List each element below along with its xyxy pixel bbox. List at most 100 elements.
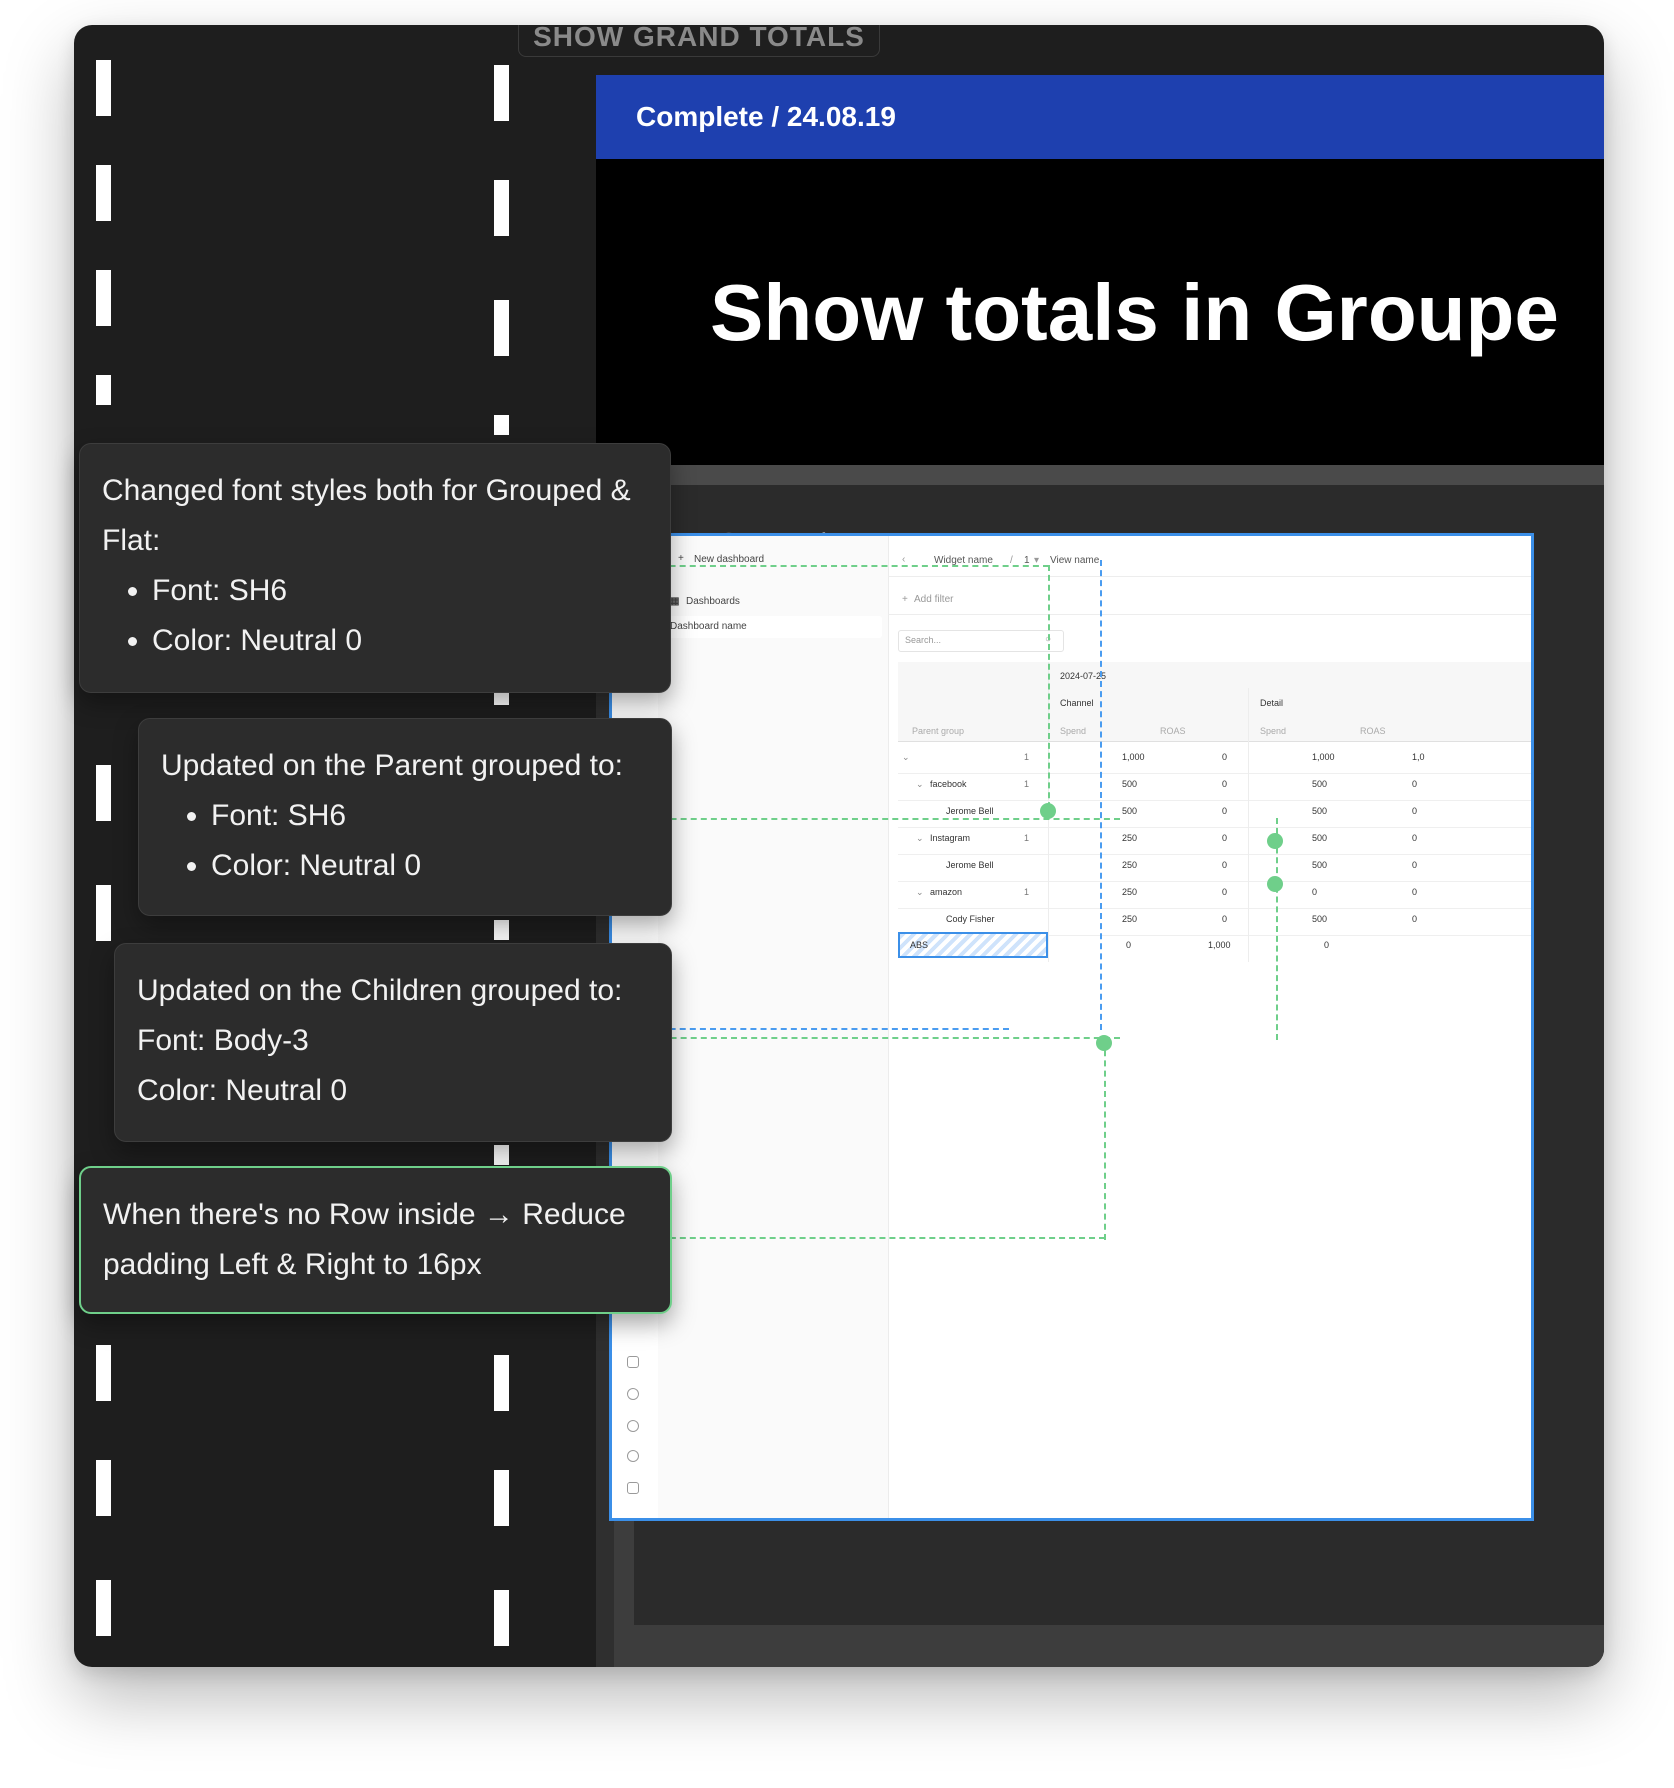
measure-guide [600, 1037, 1120, 1039]
row-count: 1 [1024, 887, 1030, 897]
chevron-down-icon[interactable]: ⌄ [916, 887, 924, 898]
measure-guide [609, 565, 1049, 567]
table-cell: 0 [1222, 887, 1228, 897]
chart-icon[interactable] [627, 1356, 639, 1368]
dashboards-label: Dashboards [686, 596, 740, 607]
logout-icon[interactable] [627, 1482, 639, 1494]
page-title: Show totals in Groupe [710, 268, 1559, 357]
row-count: 1 [1024, 752, 1030, 762]
anchor-dot [1267, 876, 1283, 892]
total-row-label: ABS [910, 940, 929, 950]
total-row-cell[interactable]: ABS [898, 932, 1048, 958]
chevron-down-icon[interactable]: ⌄ [902, 752, 910, 763]
divider [596, 465, 1604, 485]
slide-hero: Show totals in Groupe [596, 159, 1604, 465]
dash-marker [494, 1355, 509, 1411]
row-count: 1 [1024, 779, 1030, 789]
table-cell: 500 [1312, 860, 1328, 870]
column-header: ROAS [1360, 726, 1386, 736]
measure-guide-blue [1100, 560, 1102, 1030]
note-bullet: Font: SH6 [211, 791, 649, 841]
divider [898, 741, 1531, 742]
dash-marker [96, 1580, 111, 1636]
table-cell: 0 [1222, 860, 1228, 870]
note-bullet: Font: SH6 [152, 566, 648, 616]
table-cell: 0 [1412, 887, 1418, 897]
table-cell: 0 [1222, 779, 1228, 789]
chevron-down-icon[interactable]: ⌄ [916, 779, 924, 790]
search-input[interactable]: Search... ○ [898, 630, 1064, 652]
dash-marker [494, 300, 509, 356]
table-cell: 0 [1412, 833, 1418, 843]
note-font-styles: Changed font styles both for Grouped & F… [79, 443, 671, 693]
dash-marker [96, 270, 111, 326]
grand-totals-tab[interactable]: SHOW GRAND TOTALS [518, 25, 880, 57]
note-padding: When there's no Row inside → Reduce padd… [79, 1166, 672, 1314]
dash-marker [494, 1590, 509, 1646]
view-name[interactable]: View name [1050, 555, 1099, 566]
measure-guide [1104, 1040, 1106, 1240]
dash-marker [96, 165, 111, 221]
table-row[interactable] [898, 881, 1531, 909]
dash-marker [96, 765, 111, 821]
measure-guide [600, 818, 1120, 820]
note-text: Font: Body-3 [137, 1024, 309, 1057]
plus-icon: + [678, 553, 684, 564]
gear-icon[interactable] [627, 1450, 639, 1462]
note-text: When there's no Row inside → Reduce padd… [103, 1198, 626, 1281]
dash-marker [96, 1460, 111, 1516]
help-icon[interactable] [627, 1388, 639, 1400]
divider [1248, 688, 1249, 962]
slide-header: Complete / 24.08.19 [596, 75, 1604, 159]
divider [888, 576, 1531, 577]
table-cell: 0 [1412, 914, 1418, 924]
note-text: Updated on the Parent grouped to: [161, 749, 624, 782]
table-cell: 0 [1412, 806, 1418, 816]
row-label: Jerome Bell [946, 806, 994, 816]
measure-guide [1276, 818, 1278, 1040]
dash-marker [494, 65, 509, 121]
column-header: ROAS [1160, 726, 1186, 736]
row-label: Instagram [930, 833, 971, 843]
anchor-dot [1040, 803, 1056, 819]
sidebar-item-label: Dashboard name [670, 621, 747, 632]
column-header: Spend [1260, 726, 1287, 736]
total-cell: 0 [1324, 940, 1330, 950]
table-cell: 500 [1312, 779, 1328, 789]
table-cell: 0 [1222, 833, 1228, 843]
note-text: Color: Neutral 0 [137, 1074, 348, 1107]
grouped-table-screenshot[interactable]: + New dashboard ▦ Dashboards Dashboard n… [609, 533, 1534, 1521]
table-cell: 0 [1412, 779, 1418, 789]
back-icon[interactable]: ‹ [902, 554, 905, 565]
table-cell: 1,0 [1412, 752, 1425, 762]
table-row[interactable] [898, 773, 1531, 801]
dash-marker [494, 415, 509, 435]
table-cell: 500 [1312, 914, 1328, 924]
group-header: Channel [1060, 698, 1094, 708]
note-text: Changed font styles both for Grouped & F… [102, 474, 631, 557]
table-cell: 0 [1222, 806, 1228, 816]
table-cell: 250 [1122, 914, 1138, 924]
table-row[interactable] [898, 746, 1531, 774]
add-filter-button[interactable]: Add filter [914, 594, 953, 605]
table-row[interactable] [898, 827, 1531, 855]
table-cell: 250 [1122, 833, 1138, 843]
settings-icon[interactable] [627, 1420, 639, 1432]
chevron-down-icon[interactable]: ⌄ [916, 833, 924, 844]
dash-marker [494, 1145, 509, 1165]
table-cell: 0 [1312, 887, 1318, 897]
anchor-dot [1096, 1035, 1112, 1051]
table-cell: 250 [1122, 860, 1138, 870]
column-header: Spend [1060, 726, 1087, 736]
new-dashboard-button[interactable]: New dashboard [694, 554, 764, 565]
row-label: facebook [930, 779, 967, 789]
table-cell: 250 [1122, 887, 1138, 897]
table-cell: 1,000 [1312, 752, 1335, 762]
dash-marker [96, 1345, 111, 1401]
dash-marker [494, 1470, 509, 1526]
table-cell: 500 [1122, 779, 1138, 789]
row-label: Jerome Bell [946, 860, 994, 870]
sidebar: + New dashboard ▦ Dashboards Dashboard n… [658, 536, 889, 1518]
sidebar-item-dashboard[interactable]: Dashboard name [664, 616, 882, 638]
dashboards-icon: ▦ [670, 596, 680, 607]
